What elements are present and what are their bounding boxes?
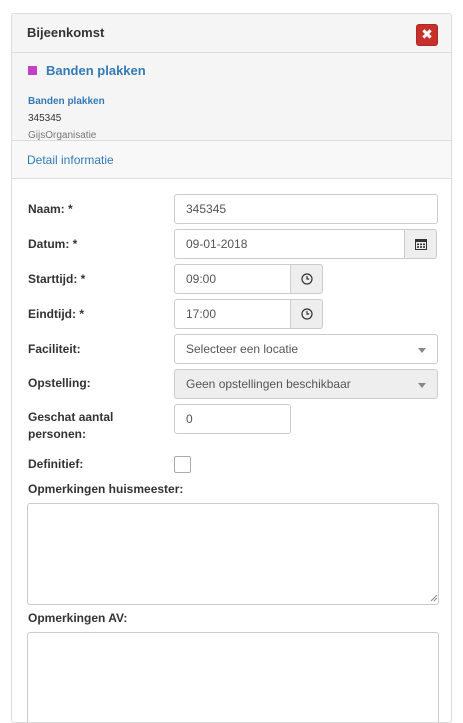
event-color-swatch: [28, 66, 37, 75]
meeting-dialog: Bijeenkomst ✖ Banden plakken Banden plak…: [11, 13, 452, 723]
dialog-title: Bijeenkomst: [27, 25, 105, 40]
naam-label: Naam: *: [28, 202, 73, 216]
opstelling-select[interactable]: Geen opstellingen beschikbaar: [174, 369, 438, 399]
dialog-header: Bijeenkomst ✖: [12, 14, 451, 53]
opstelling-value: Geen opstellingen beschikbaar: [186, 377, 351, 391]
event-subtitle: Banden plakken: [28, 96, 105, 107]
event-title-row: Banden plakken: [28, 63, 146, 78]
faciliteit-label: Faciliteit:: [28, 342, 81, 356]
eindtijd-label: Eindtijd: *: [28, 307, 84, 321]
event-organisation: GijsOrganisatie: [28, 130, 97, 141]
faciliteit-select[interactable]: Selecteer een locatie: [174, 334, 438, 364]
eindtijd-input[interactable]: 17:00: [174, 299, 291, 329]
aantal-personen-input[interactable]: 0: [174, 404, 291, 434]
datum-input[interactable]: 09-01-2018: [174, 229, 405, 259]
tab-detail-informatie[interactable]: Detail informatie: [12, 141, 451, 179]
clock-icon: [301, 308, 313, 320]
naam-input[interactable]: 345345: [174, 194, 438, 224]
aantal-label-line1: Geschat aantal: [28, 410, 114, 424]
opmerkingen-av-label: Opmerkingen AV:: [28, 611, 128, 625]
tab-label: Detail informatie: [27, 153, 114, 167]
eindtijd-picker-button[interactable]: [290, 299, 323, 329]
chevron-down-icon: [418, 348, 426, 353]
opmerkingen-av-textarea[interactable]: [27, 632, 439, 722]
starttijd-input[interactable]: 09:00: [174, 264, 291, 294]
starttijd-picker-button[interactable]: [290, 264, 323, 294]
opmerkingen-huismeester-textarea[interactable]: [27, 503, 439, 605]
datum-picker-button[interactable]: [404, 229, 437, 259]
clock-icon: [301, 273, 313, 285]
event-summary: Banden plakken Banden plakken 345345 Gij…: [12, 53, 451, 141]
faciliteit-value: Selecteer een locatie: [186, 342, 299, 356]
close-button[interactable]: ✖: [416, 24, 438, 46]
chevron-down-icon: [418, 383, 426, 388]
event-number: 345345: [28, 113, 62, 124]
datum-label: Datum: *: [28, 237, 78, 251]
opmerkingen-huismeester-label: Opmerkingen huismeester:: [28, 482, 184, 496]
starttijd-label: Starttijd: *: [28, 272, 86, 286]
event-title[interactable]: Banden plakken: [46, 63, 146, 78]
definitief-label: Definitief:: [28, 457, 84, 471]
calendar-icon: [415, 239, 427, 250]
aantal-label-line2: personen:: [28, 427, 87, 441]
opstelling-label: Opstelling:: [28, 376, 91, 390]
definitief-checkbox[interactable]: [174, 456, 191, 473]
resize-grip-icon[interactable]: [429, 593, 438, 602]
